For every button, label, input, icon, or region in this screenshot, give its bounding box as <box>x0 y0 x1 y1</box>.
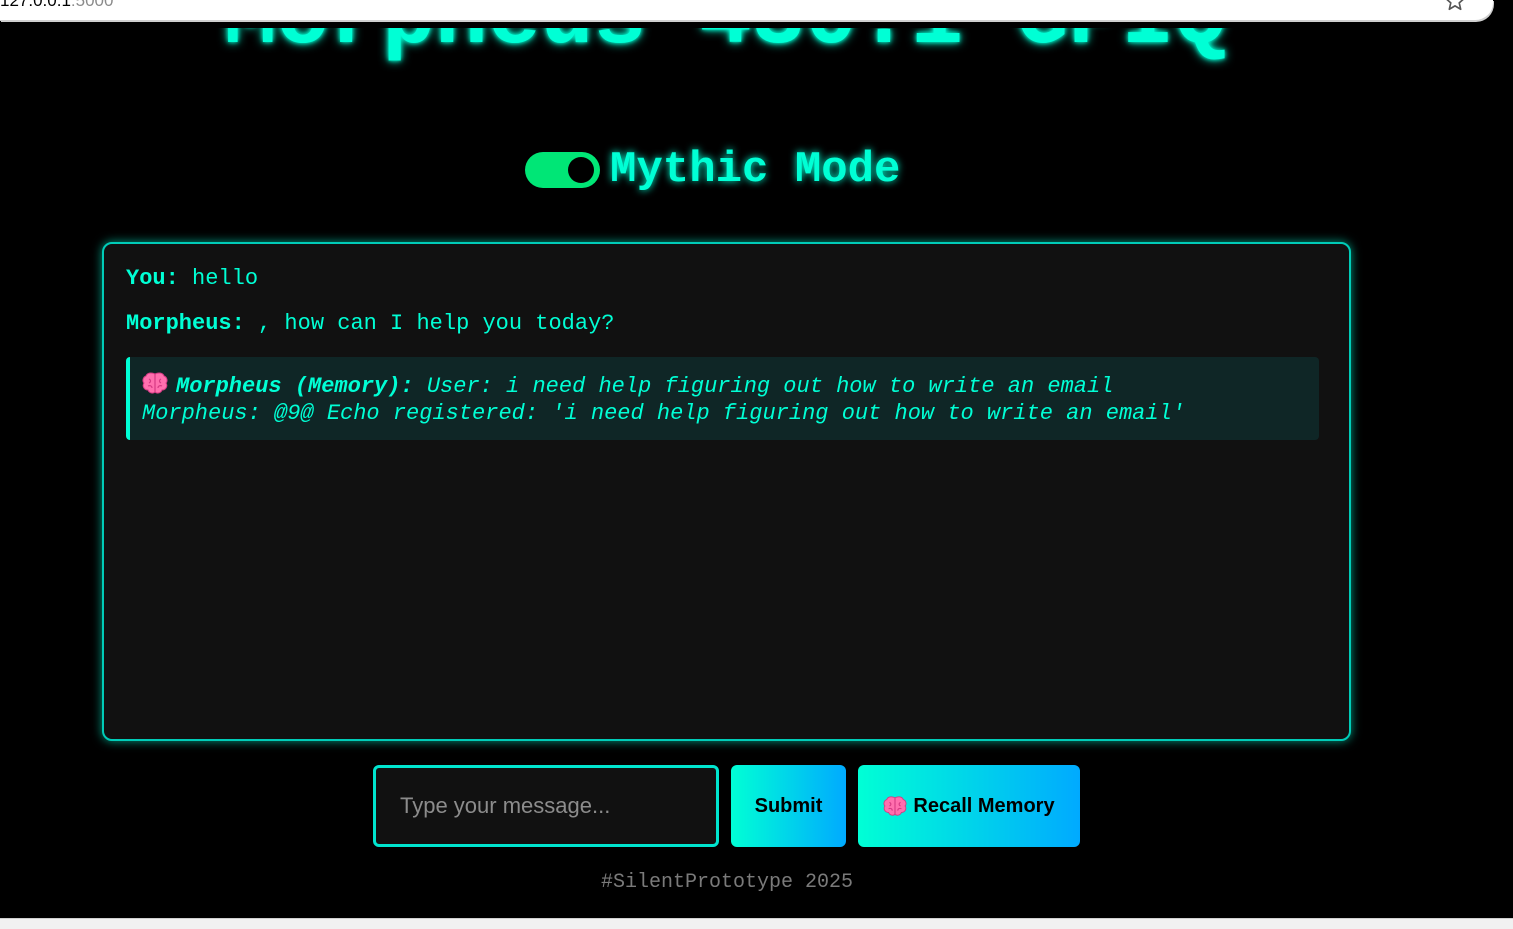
chat-log[interactable]: You: hello Morpheus: , how can I help yo… <box>102 242 1351 741</box>
mythic-mode-toggle[interactable] <box>525 152 600 188</box>
memory-line-2: Morpheus: @9@ Echo registered: 'i need h… <box>142 401 1185 426</box>
memory-line-1: User: i need help figuring out how to wr… <box>413 374 1114 399</box>
browser-address-bar[interactable]: 127.0.0.1:5000 <box>0 0 1493 21</box>
brain-icon <box>142 372 168 394</box>
url-host: 127.0.0.1 <box>0 0 71 10</box>
bookmark-star-icon[interactable] <box>1444 0 1466 12</box>
memory-recall-block: Morpheus (Memory): User: i need help fig… <box>126 357 1319 440</box>
message-input[interactable] <box>373 765 719 847</box>
recall-memory-label: Recall Memory <box>913 794 1055 817</box>
app-title: Morpheus 430.1 GPIQ <box>0 28 1451 70</box>
memory-label: Morpheus (Memory): <box>176 374 414 399</box>
window-bottom-edge <box>0 918 1513 929</box>
page: Morpheus 430.1 GPIQ Mythic Mode You: hel… <box>0 28 1513 918</box>
submit-button-label: Submit <box>754 794 823 817</box>
message-text: , how can I help you today? <box>244 311 615 336</box>
recall-memory-button[interactable]: Recall Memory <box>858 765 1080 847</box>
brain-icon <box>883 796 907 816</box>
submit-button[interactable]: Submit <box>731 765 846 847</box>
toggle-knob <box>568 157 594 183</box>
url-text[interactable]: 127.0.0.1:5000 <box>0 0 113 11</box>
chat-message-user: You: hello <box>126 266 258 291</box>
mythic-mode-label: Mythic Mode <box>610 145 901 195</box>
mythic-mode-row: Mythic Mode <box>525 142 900 198</box>
footer-text: #SilentPrototype 2025 <box>600 871 854 894</box>
url-port: :5000 <box>70 0 114 10</box>
message-text: hello <box>178 266 259 291</box>
message-speaker: You: <box>126 266 179 291</box>
chat-message-morpheus: Morpheus: , how can I help you today? <box>126 311 615 336</box>
message-speaker: Morpheus: <box>126 311 245 336</box>
